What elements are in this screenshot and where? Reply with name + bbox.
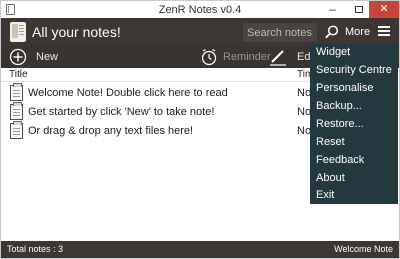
menu-item-widget[interactable]: Widget: [316, 46, 350, 58]
hamburger-icon[interactable]: [378, 26, 390, 36]
maximize-icon: [354, 6, 363, 13]
note-title: Or drag & drop any text files here!: [28, 125, 194, 137]
column-header-title[interactable]: Title: [9, 69, 28, 80]
menu-item-about[interactable]: About: [316, 172, 345, 184]
add-icon[interactable]: [9, 48, 27, 66]
more-menu: Widget Security Centre Personalise Backu…: [310, 44, 398, 204]
pencil-icon[interactable]: [269, 48, 287, 66]
page-title: All your notes!: [32, 24, 121, 40]
more-button[interactable]: More: [345, 24, 370, 41]
reminder-button[interactable]: Reminder: [223, 51, 271, 63]
search-input[interactable]: [243, 23, 317, 42]
clock-icon[interactable]: [200, 48, 218, 66]
maximize-button[interactable]: [345, 1, 372, 18]
menu-item-feedback[interactable]: Feedback: [316, 154, 364, 166]
search-icon[interactable]: [324, 24, 340, 40]
menu-item-personalise[interactable]: Personalise: [316, 82, 373, 94]
note-icon: [10, 121, 23, 139]
menu-item-reset[interactable]: Reset: [316, 136, 345, 148]
notes-icon: [10, 22, 26, 42]
menu-item-backup[interactable]: Backup...: [316, 100, 362, 112]
minimize-button[interactable]: –: [319, 1, 346, 18]
note-title: Get started by click 'New' to take note!: [28, 106, 215, 118]
title-bar: ZenR Notes v0.4 – ✕: [1, 1, 399, 18]
current-note-label: Welcome Note: [334, 244, 393, 254]
edit-button[interactable]: Ed: [297, 51, 310, 63]
note-time: No: [297, 125, 312, 137]
note-icon: [10, 102, 23, 120]
note-count: Total notes : 3: [7, 244, 64, 254]
new-button[interactable]: New: [36, 51, 58, 63]
menu-item-security-centre[interactable]: Security Centre: [316, 64, 392, 76]
app-window: ZenR Notes v0.4 – ✕ All your notes! More…: [0, 0, 400, 259]
menu-item-restore[interactable]: Restore...: [316, 118, 364, 130]
note-time: No: [297, 106, 312, 118]
close-button[interactable]: ✕: [369, 1, 399, 18]
note-time: No: [297, 87, 312, 99]
status-bar: Total notes : 3 Welcome Note: [1, 241, 399, 258]
app-header: All your notes! More: [1, 18, 399, 46]
note-title: Welcome Note! Double click here to read: [28, 87, 228, 99]
note-icon: [10, 83, 23, 101]
menu-item-exit[interactable]: Exit: [316, 189, 334, 201]
